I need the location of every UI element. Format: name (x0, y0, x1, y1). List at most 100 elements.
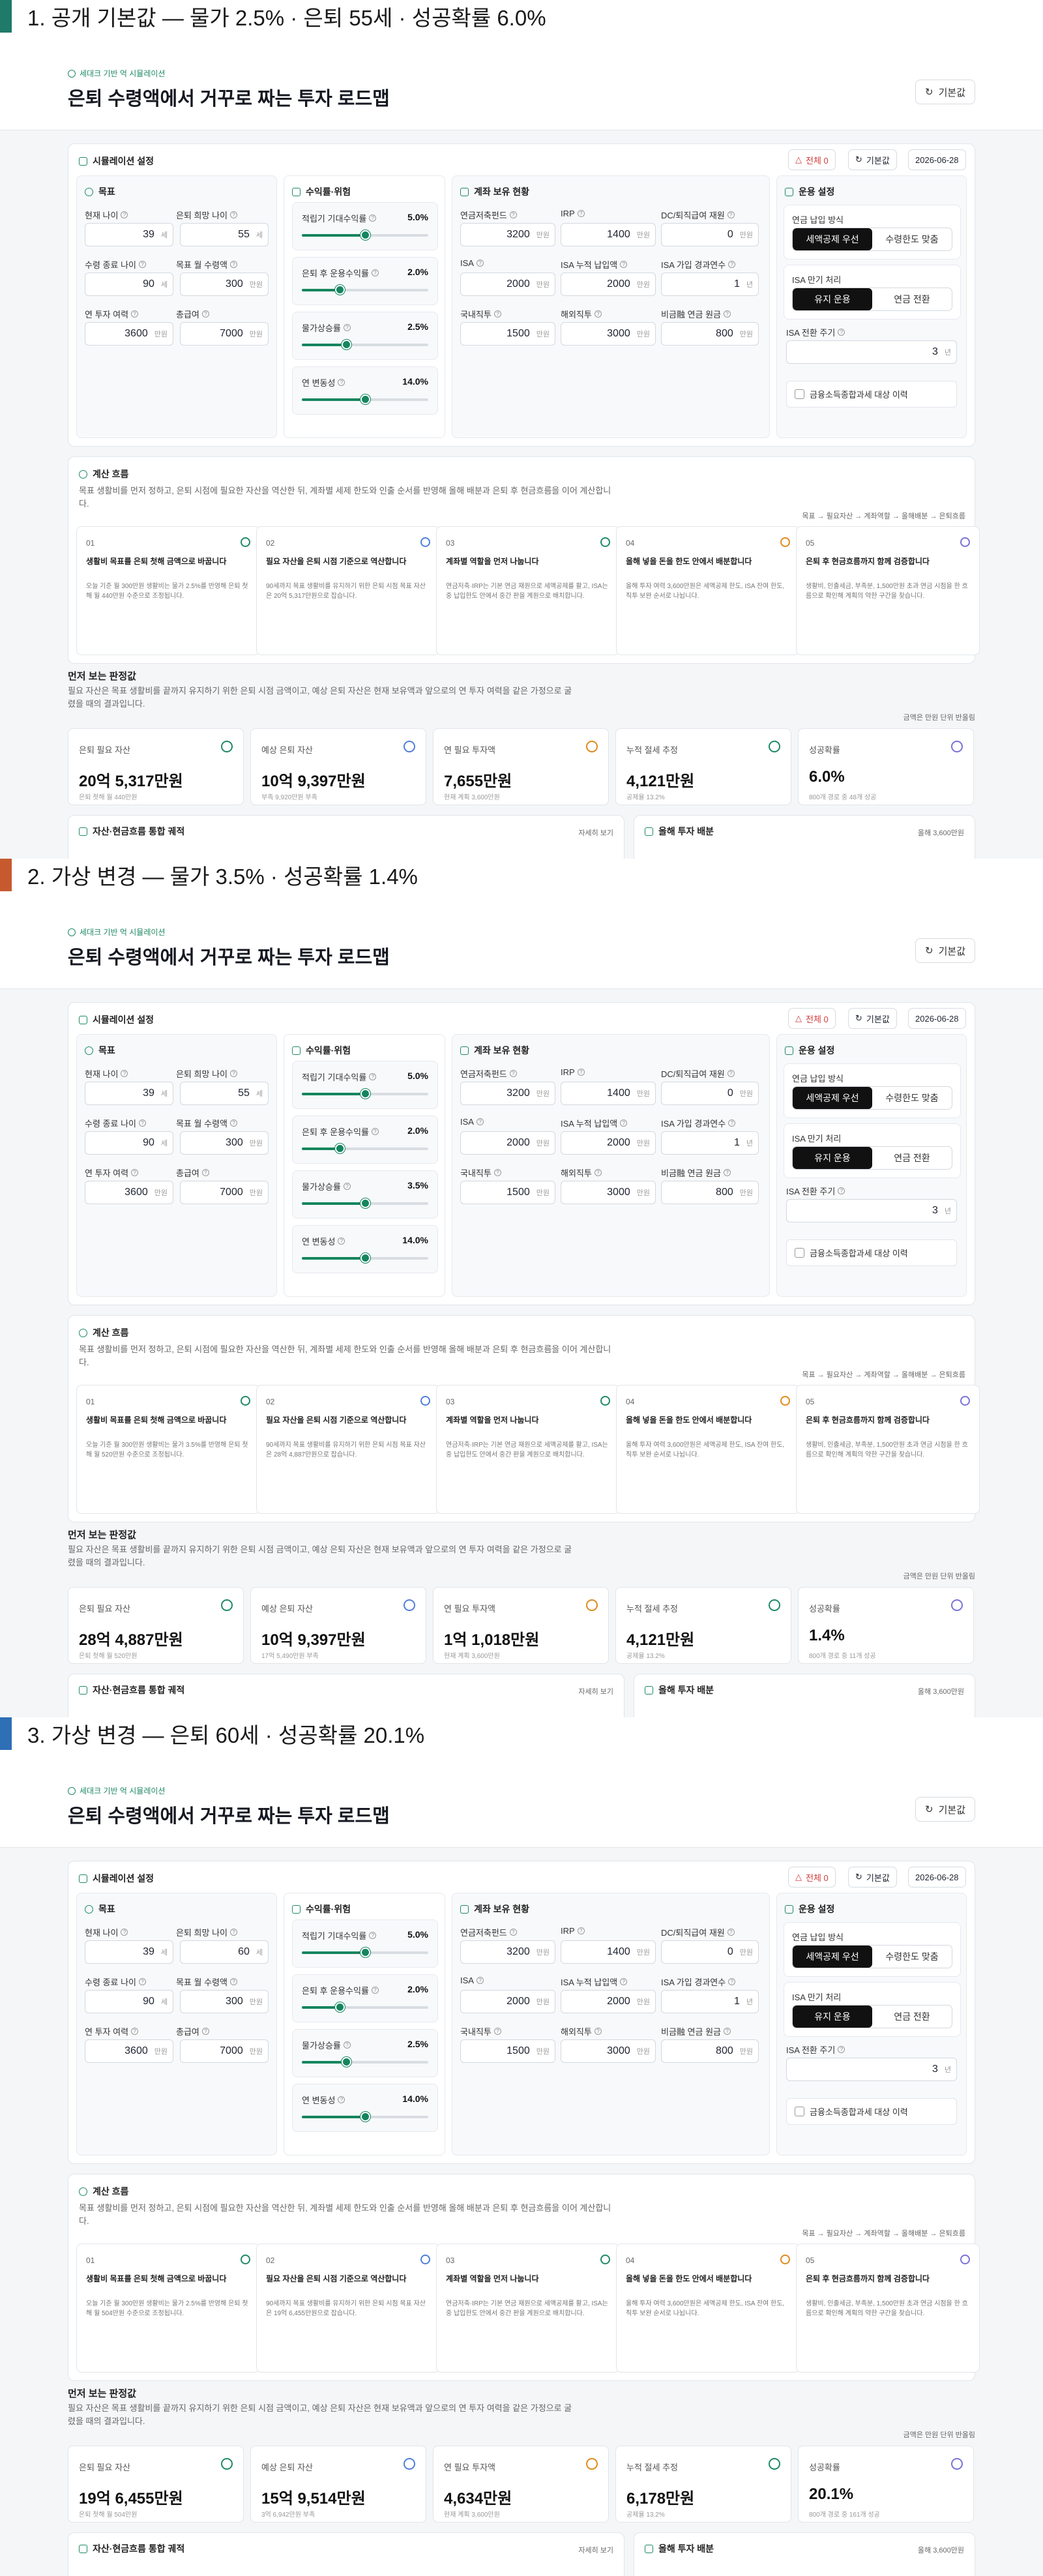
slider-r3[interactable] (302, 340, 428, 349)
number-input[interactable]: 3000 만원 (561, 1181, 656, 1204)
help-icon[interactable]: ? (131, 310, 139, 318)
help-icon[interactable]: ? (509, 1070, 517, 1077)
warning-chip[interactable]: △ 전체 0 (788, 1867, 836, 1888)
number-input[interactable]: 3000 만원 (561, 2039, 656, 2063)
warning-chip[interactable]: △ 전체 0 (788, 1008, 836, 1029)
number-input[interactable]: 90 세 (85, 1990, 173, 2013)
number-input[interactable]: 7000 만원 (180, 2039, 269, 2063)
order-option[interactable]: 세액공제 우선 (793, 228, 872, 250)
help-icon[interactable]: ? (728, 1119, 736, 1127)
number-input[interactable]: 39 세 (85, 1082, 173, 1105)
help-icon[interactable]: ? (727, 1070, 735, 1077)
help-icon[interactable]: ? (369, 1932, 377, 1939)
order-toggle[interactable]: 세액공제 우선 수령한도 맞춤 (792, 1086, 952, 1110)
number-input[interactable]: 0 만원 (661, 1940, 759, 1964)
number-input[interactable]: 1년 (661, 1990, 759, 2013)
slider-handle[interactable] (360, 1089, 370, 1099)
order-option[interactable]: 세액공제 우선 (793, 1946, 872, 1968)
isa-toggle[interactable]: 유지 운용 연금 전환 (792, 1146, 952, 1170)
number-input[interactable]: 3600 만원 (85, 2039, 173, 2063)
isa-toggle[interactable]: 유지 운용 연금 전환 (792, 2005, 952, 2028)
help-icon[interactable]: ? (594, 310, 602, 318)
help-icon[interactable]: ? (727, 211, 735, 218)
number-input[interactable]: 2000 만원 (561, 1990, 656, 2013)
number-input[interactable]: 39 세 (85, 223, 173, 246)
slider-r2[interactable] (302, 285, 428, 295)
slider-r4[interactable] (302, 2112, 428, 2122)
number-input[interactable]: 7000 만원 (180, 1181, 269, 1204)
number-input[interactable]: 1400 만원 (561, 1082, 656, 1105)
help-icon[interactable]: ? (577, 1927, 585, 1934)
slider-r2[interactable] (302, 2002, 428, 2012)
number-input[interactable]: 2000 만원 (460, 1990, 555, 2013)
number-input[interactable]: 3년 (786, 1199, 957, 1222)
isa-option[interactable]: 유지 운용 (793, 1147, 872, 1169)
slider-r1[interactable] (302, 1089, 428, 1099)
reset-chip[interactable]: ↻ 기본값 (848, 1008, 897, 1029)
help-icon[interactable]: ? (138, 1119, 146, 1127)
help-icon[interactable]: ? (620, 261, 628, 268)
help-icon[interactable]: ? (476, 1118, 484, 1125)
details-link[interactable]: 자세히 보기 (578, 827, 613, 838)
help-icon[interactable]: ? (201, 2028, 209, 2035)
help-icon[interactable]: ? (229, 1070, 237, 1077)
help-icon[interactable]: ? (577, 1069, 585, 1076)
order-option[interactable]: 수령한도 맞춤 (872, 1087, 952, 1109)
help-icon[interactable]: ? (594, 2028, 602, 2035)
help-icon[interactable]: ? (493, 310, 501, 318)
help-icon[interactable]: ? (493, 1169, 501, 1176)
slider-handle[interactable] (341, 340, 351, 349)
help-icon[interactable]: ? (838, 1187, 845, 1194)
warning-chip[interactable]: △ 전체 0 (788, 149, 836, 170)
number-input[interactable]: 300 만원 (180, 273, 269, 296)
help-icon[interactable]: ? (338, 2096, 345, 2103)
isa-option[interactable]: 연금 전환 (872, 288, 952, 310)
number-input[interactable]: 3200 만원 (460, 223, 555, 246)
reset-button[interactable]: ↻ 기본값 (915, 1797, 975, 1822)
help-icon[interactable]: ? (371, 269, 379, 276)
help-icon[interactable]: ? (727, 1929, 735, 1936)
details-link[interactable]: 자세히 보기 (578, 2545, 613, 2555)
number-input[interactable]: 60 세 (180, 1940, 269, 1964)
reset-chip[interactable]: ↻ 기본값 (848, 1867, 897, 1888)
isa-option[interactable]: 유지 운용 (793, 2006, 872, 2028)
help-icon[interactable]: ? (343, 324, 351, 331)
help-icon[interactable]: ? (728, 261, 736, 268)
slider-handle[interactable] (360, 1947, 370, 1957)
slider-handle[interactable] (335, 285, 345, 295)
help-icon[interactable]: ? (371, 1128, 379, 1135)
number-input[interactable]: 1500 만원 (460, 322, 555, 346)
help-icon[interactable]: ? (371, 1987, 379, 1994)
slider-handle[interactable] (360, 394, 370, 404)
help-icon[interactable]: ? (121, 211, 128, 218)
help-icon[interactable]: ? (338, 1237, 345, 1245)
help-icon[interactable]: ? (493, 2028, 501, 2035)
number-input[interactable]: 3200 만원 (460, 1940, 555, 1964)
help-icon[interactable]: ? (509, 211, 517, 218)
reset-button[interactable]: ↻ 기본값 (915, 938, 975, 963)
number-input[interactable]: 800 만원 (661, 2039, 759, 2063)
help-icon[interactable]: ? (723, 310, 731, 318)
help-icon[interactable]: ? (343, 2041, 351, 2049)
number-input[interactable]: 1400 만원 (561, 223, 656, 246)
number-input[interactable]: 800 만원 (661, 322, 759, 346)
number-input[interactable]: 2000 만원 (460, 1131, 555, 1155)
help-icon[interactable]: ? (131, 2028, 139, 2035)
help-icon[interactable]: ? (476, 259, 484, 267)
isa-option[interactable]: 연금 전환 (872, 2006, 952, 2028)
number-input[interactable]: 3000 만원 (561, 322, 656, 346)
number-input[interactable]: 2000 만원 (561, 273, 656, 296)
help-icon[interactable]: ? (723, 1169, 731, 1176)
number-input[interactable]: 0 만원 (661, 1082, 759, 1105)
order-option[interactable]: 수령한도 맞춤 (872, 1946, 952, 1968)
help-icon[interactable]: ? (728, 1978, 736, 1985)
slider-handle[interactable] (360, 230, 370, 240)
slider-handle[interactable] (360, 2112, 370, 2122)
slider-r4[interactable] (302, 394, 428, 404)
number-input[interactable]: 3년 (786, 340, 957, 364)
help-icon[interactable]: ? (620, 1119, 628, 1127)
number-input[interactable]: 39 세 (85, 1940, 173, 1964)
number-input[interactable]: 3600 만원 (85, 1181, 173, 1204)
slider-r1[interactable] (302, 230, 428, 240)
help-icon[interactable]: ? (229, 1978, 237, 1985)
